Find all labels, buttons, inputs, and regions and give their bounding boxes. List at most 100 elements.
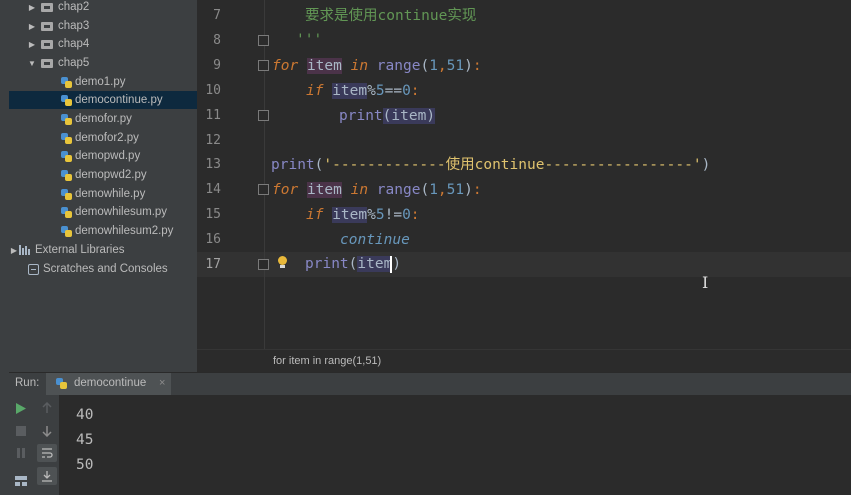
python-file-icon bbox=[56, 378, 67, 389]
number: 51 bbox=[446, 182, 465, 198]
fold-marker[interactable] bbox=[258, 35, 269, 46]
console-output-line: 45 bbox=[76, 432, 94, 448]
breadcrumb[interactable]: for item in range(1,51) bbox=[197, 349, 851, 373]
variable-item: item bbox=[332, 83, 368, 99]
tree-file-demopwd2[interactable]: demopwd2.py bbox=[61, 166, 147, 184]
colon: : bbox=[472, 182, 482, 198]
line-number: 13 bbox=[205, 157, 221, 172]
line-number: 14 bbox=[205, 182, 221, 197]
tree-scratches[interactable]: Scratches and Consoles bbox=[28, 260, 168, 278]
builtin-range: range bbox=[376, 58, 421, 74]
operator: == bbox=[384, 83, 403, 99]
paren: ) bbox=[392, 256, 402, 272]
folder-icon bbox=[41, 39, 53, 49]
python-file-icon bbox=[61, 113, 72, 125]
tree-file-label: demofor.py bbox=[75, 113, 132, 125]
tree-file-democontinue[interactable]: democontinue.py bbox=[9, 91, 197, 109]
tree-file-demofor[interactable]: demofor.py bbox=[61, 110, 132, 128]
triangle-right-icon[interactable]: ▶ bbox=[27, 22, 37, 31]
paren: ) bbox=[464, 58, 473, 74]
tree-file-label: demowhilesum2.py bbox=[75, 225, 174, 237]
operator: != bbox=[384, 207, 403, 223]
tree-folder-label: chap3 bbox=[58, 20, 90, 32]
keyword-in: in bbox=[350, 58, 369, 74]
folder-icon bbox=[41, 58, 53, 68]
tree-file-demofor2[interactable]: demofor2.py bbox=[61, 129, 139, 147]
breadcrumb-text[interactable]: for item in range(1,51) bbox=[273, 355, 381, 367]
triangle-right-icon[interactable]: ▶ bbox=[9, 246, 19, 255]
builtin-print: print bbox=[305, 256, 349, 272]
stop-icon[interactable] bbox=[13, 423, 29, 439]
tree-folder-label: chap4 bbox=[58, 38, 90, 50]
python-file-icon bbox=[61, 169, 72, 181]
keyword-if: if bbox=[306, 207, 324, 223]
docstring-text: 要求是使用continue实现 bbox=[305, 8, 477, 24]
run-tab-democontinue[interactable]: democontinue × bbox=[46, 373, 171, 395]
arrow-down-icon[interactable] bbox=[39, 423, 55, 439]
code-line-17: print(item) bbox=[305, 253, 401, 275]
code-line-8: ''' bbox=[296, 29, 322, 51]
paren: ( bbox=[420, 182, 430, 198]
tree-folder-chap2[interactable]: ▶ chap2 bbox=[27, 0, 89, 16]
number: 0 bbox=[402, 207, 411, 223]
tree-folder-chap3[interactable]: ▶ chap3 bbox=[27, 17, 89, 35]
run-console-output[interactable]: 40 45 50 bbox=[59, 395, 851, 495]
pause-icon[interactable] bbox=[13, 445, 29, 461]
line-number: 15 bbox=[205, 207, 221, 222]
console-output-line: 40 bbox=[76, 407, 94, 423]
triangle-right-icon[interactable]: ▶ bbox=[27, 40, 37, 49]
number: 51 bbox=[446, 58, 465, 74]
fold-guide bbox=[264, 0, 265, 349]
variable-item: item bbox=[332, 207, 368, 223]
string-literal: '-------------使用continue----------------… bbox=[323, 157, 702, 173]
layout-icon[interactable] bbox=[13, 473, 29, 489]
line-number: 12 bbox=[205, 133, 221, 148]
variable-item-partial: ite bbox=[357, 256, 384, 272]
tree-file-demo1[interactable]: demo1.py bbox=[61, 73, 126, 91]
paren: ) bbox=[701, 157, 711, 173]
fold-marker[interactable] bbox=[258, 110, 269, 121]
number: 0 bbox=[402, 83, 411, 99]
folder-icon bbox=[41, 2, 53, 12]
play-icon[interactable] bbox=[13, 400, 29, 416]
tree-file-demowhile[interactable]: demowhile.py bbox=[61, 185, 145, 203]
tree-file-label: demopwd.py bbox=[75, 150, 141, 162]
colon: : bbox=[410, 83, 420, 99]
variable-item: item bbox=[391, 108, 427, 124]
tree-file-label: demowhilesum.py bbox=[75, 206, 168, 218]
tree-file-demowhilesum2[interactable]: demowhilesum2.py bbox=[61, 222, 173, 240]
lightbulb-icon[interactable] bbox=[278, 256, 287, 268]
paren: ) bbox=[464, 182, 473, 198]
tree-folder-chap4[interactable]: ▶ chap4 bbox=[27, 35, 89, 53]
triangle-down-icon[interactable]: ▼ bbox=[27, 59, 37, 68]
code-line-10: if item%5==0: bbox=[306, 80, 420, 102]
arrow-up-icon[interactable] bbox=[39, 400, 55, 416]
builtin-print: print bbox=[339, 108, 383, 124]
tree-external-libraries-label: External Libraries bbox=[35, 244, 125, 256]
tree-file-demopwd[interactable]: demopwd.py bbox=[61, 147, 140, 165]
run-tool-header: Run: democontinue × bbox=[9, 372, 851, 395]
library-icon bbox=[19, 245, 31, 255]
python-file-icon bbox=[61, 76, 72, 88]
number: 5 bbox=[375, 83, 385, 99]
triangle-right-icon[interactable]: ▶ bbox=[27, 3, 37, 12]
code-editor[interactable]: 7 8 9 10 11 12 13 14 15 16 17 要求是使用conti… bbox=[197, 0, 851, 349]
tree-scratches-label: Scratches and Consoles bbox=[43, 263, 168, 275]
tree-file-label: democontinue.py bbox=[75, 94, 163, 106]
builtin-print: print bbox=[271, 157, 315, 173]
soft-wrap-icon[interactable] bbox=[37, 444, 57, 462]
tree-file-demowhilesum[interactable]: demowhilesum.py bbox=[61, 203, 167, 221]
colon: : bbox=[472, 58, 482, 74]
keyword-if: if bbox=[306, 83, 324, 99]
fold-marker[interactable] bbox=[258, 259, 269, 270]
tree-external-libraries[interactable]: ▶ External Libraries bbox=[9, 241, 125, 259]
number: 1 bbox=[429, 182, 438, 198]
scroll-to-end-icon[interactable] bbox=[37, 467, 57, 485]
comma: , bbox=[437, 58, 447, 74]
variable-item: item bbox=[306, 58, 342, 74]
fold-marker[interactable] bbox=[258, 184, 269, 195]
fold-marker[interactable] bbox=[258, 60, 269, 71]
paren: ( bbox=[420, 58, 430, 74]
close-icon[interactable]: × bbox=[159, 377, 165, 389]
tree-folder-chap5[interactable]: ▼ chap5 bbox=[27, 54, 89, 72]
